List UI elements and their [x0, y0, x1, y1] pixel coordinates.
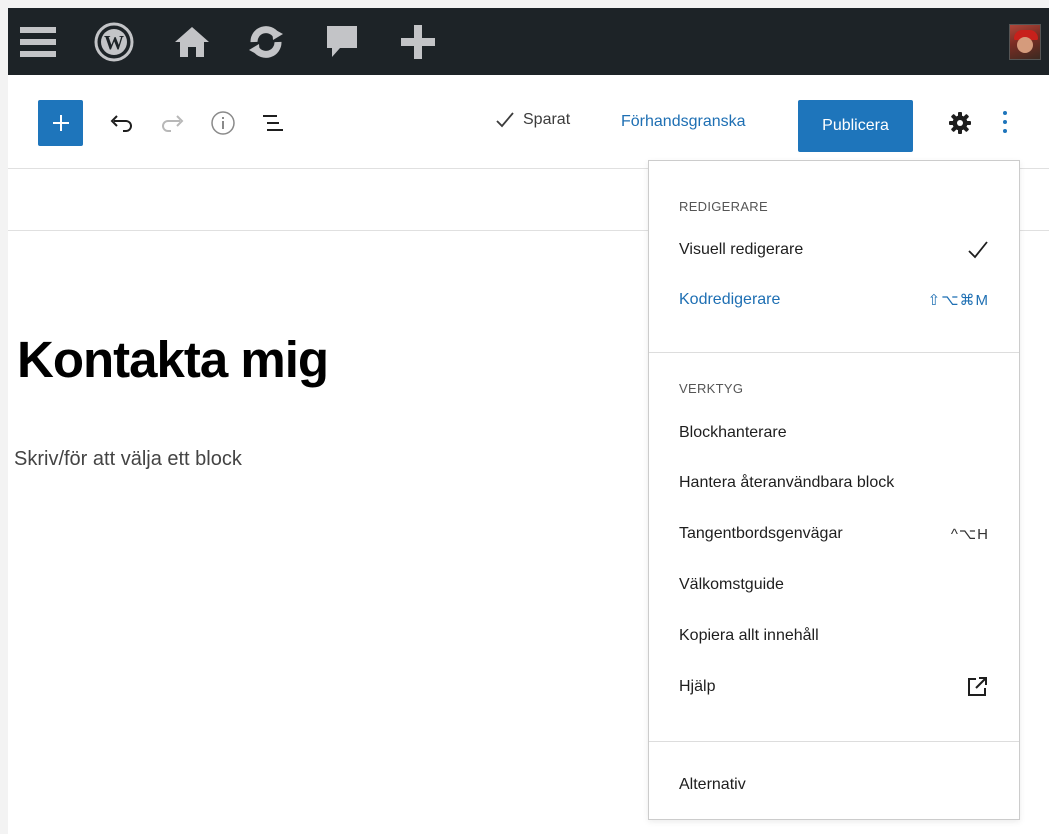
welcome-guide-item[interactable]: Välkomstguide [679, 571, 989, 599]
list-view-icon [263, 115, 283, 131]
details-button[interactable] [206, 105, 240, 141]
add-new-icon[interactable] [396, 20, 440, 64]
menu-item-label: Välkomstguide [679, 576, 784, 593]
block-manager-item[interactable]: Blockhanterare [679, 419, 989, 447]
keyboard-shortcut: ^⌥H [950, 526, 989, 543]
menu-item-label: Visuell redigerare [679, 241, 804, 258]
tools-section-label: VERKTYG [679, 381, 744, 396]
settings-button[interactable] [946, 109, 974, 137]
svg-text:W: W [104, 32, 124, 54]
editor-toolbar: Sparat Förhandsgranska Publicera [8, 75, 1049, 169]
saved-status: Sparat [495, 111, 570, 129]
manage-reusable-blocks-item[interactable]: Hantera återanvändbara block [679, 469, 989, 497]
keyboard-shortcut: ⇧⌥⌘M [927, 292, 989, 309]
keyboard-shortcuts-item[interactable]: Tangentbordsgenvägar ^⌥H [679, 520, 989, 548]
undo-icon [110, 115, 132, 132]
menu-item-label: Kodredigerare [679, 291, 781, 308]
menu-item-label: Hjälp [679, 678, 716, 695]
more-options-menu: REDIGERARE Visuell redigerare Kodrediger… [648, 160, 1020, 820]
menu-divider [649, 741, 1019, 742]
menu-icon[interactable] [16, 20, 60, 64]
post-title[interactable]: Kontakta mig [17, 330, 329, 389]
wordpress-logo-icon[interactable]: W [92, 20, 136, 64]
help-item[interactable]: Hjälp [679, 673, 989, 701]
block-placeholder[interactable]: Skriv/för att välja ett block [14, 448, 242, 471]
check-icon [968, 241, 988, 259]
preview-button[interactable]: Förhandsgranska [621, 113, 746, 131]
menu-item-label: Kopiera allt innehåll [679, 627, 819, 644]
publish-button[interactable]: Publicera [798, 100, 913, 152]
home-icon[interactable] [170, 20, 214, 64]
block-inserter-button[interactable] [38, 100, 83, 146]
menu-item-label: Alternativ [679, 776, 746, 793]
check-icon [496, 112, 514, 128]
undo-button[interactable] [104, 105, 138, 141]
user-avatar[interactable] [1009, 24, 1041, 60]
copy-all-content-item[interactable]: Kopiera allt innehåll [679, 622, 989, 650]
saved-label: Sparat [523, 111, 571, 128]
visual-editor-item[interactable]: Visuell redigerare [679, 236, 989, 264]
admin-bar: W [8, 8, 1049, 75]
options-item[interactable]: Alternativ [679, 771, 989, 799]
menu-item-label: Hantera återanvändbara block [679, 474, 895, 491]
external-link-icon [968, 677, 987, 696]
info-icon [211, 111, 235, 135]
editor-window: W Sparat Förhandsgranska Publicera Konta… [8, 8, 1049, 834]
menu-item-label: Tangentbordsgenvägar [679, 525, 843, 542]
updates-icon[interactable] [244, 20, 288, 64]
more-options-button[interactable] [998, 105, 1012, 139]
menu-item-label: Blockhanterare [679, 424, 787, 441]
menu-divider [649, 352, 1019, 353]
gear-icon [949, 112, 971, 134]
code-editor-item[interactable]: Kodredigerare ⇧⌥⌘M [679, 286, 989, 314]
plus-icon [52, 115, 69, 131]
redo-button[interactable] [156, 105, 190, 141]
redo-icon [162, 115, 184, 132]
comments-icon[interactable] [320, 20, 364, 64]
list-view-button[interactable] [256, 105, 290, 141]
editor-section-label: REDIGERARE [679, 199, 768, 214]
